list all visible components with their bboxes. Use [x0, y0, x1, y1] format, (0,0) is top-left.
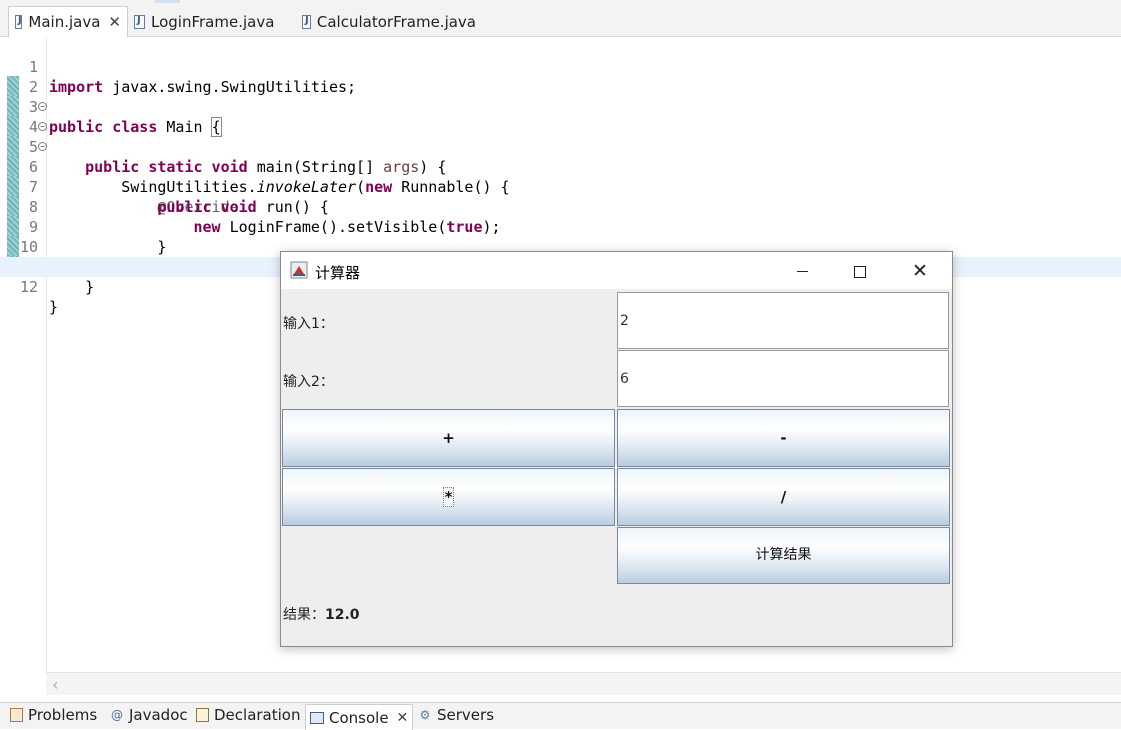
- tab-servers[interactable]: ⚙ Servers: [418, 706, 494, 724]
- code-line[interactable]: 5 − SwingUtilities.invokeLater(new Runna…: [0, 117, 1121, 196]
- fold-collapse-icon[interactable]: −: [38, 142, 47, 151]
- code-line[interactable]: 4 − public static void main(String[] arg…: [0, 97, 1121, 176]
- tab-javadoc[interactable]: @ Javadoc: [110, 706, 188, 724]
- code-line[interactable]: 2: [0, 57, 1121, 96]
- console-icon: [310, 711, 324, 724]
- tab-loginframe-java[interactable]: LoginFrame.java: [128, 7, 288, 36]
- java-file-icon: [134, 14, 145, 29]
- java-file-icon: [302, 14, 311, 29]
- fold-collapse-icon[interactable]: −: [38, 122, 47, 131]
- java-file-icon: [15, 15, 23, 29]
- input1-field[interactable]: 2: [617, 292, 949, 349]
- tab-label: Servers: [437, 706, 495, 724]
- calculator-window: 计算器 ✕ 输入1： 2 输入2： 6 + - * / 计算结果 结果：12.0: [280, 251, 953, 647]
- horizontal-scrollbar[interactable]: ‹: [46, 672, 1121, 695]
- calculate-label: 计算结果: [755, 547, 812, 563]
- add-label: +: [442, 429, 455, 447]
- fold-collapse-icon[interactable]: −: [38, 102, 47, 111]
- multiply-button[interactable]: *: [282, 468, 615, 526]
- tab-label: Console: [329, 708, 389, 727]
- input2-field[interactable]: 6: [617, 350, 949, 407]
- declaration-icon: [196, 708, 209, 722]
- servers-icon: ⚙: [419, 708, 431, 722]
- result-label: 结果：: [283, 607, 325, 623]
- tab-label: CalculatorFrame.java: [316, 12, 476, 31]
- input2-label: 输入2：: [283, 374, 334, 390]
- scroll-left-icon[interactable]: ‹: [52, 675, 58, 694]
- tab-label: Main.java: [28, 13, 101, 31]
- code-line[interactable]: 3 public class Main {: [0, 77, 1121, 137]
- tab-label: Javadoc: [129, 706, 188, 724]
- tab-main-java[interactable]: Main.java ✕: [8, 6, 128, 37]
- close-icon[interactable]: ✕: [397, 710, 409, 726]
- tab-declaration[interactable]: Declaration: [196, 706, 300, 724]
- input1-label: 输入1：: [283, 316, 334, 332]
- java-app-icon: [290, 261, 308, 279]
- maximize-button[interactable]: [837, 258, 883, 284]
- calculate-button[interactable]: 计算结果: [617, 527, 950, 584]
- tab-problems[interactable]: Problems: [10, 706, 97, 724]
- javadoc-icon: @: [111, 708, 123, 722]
- close-icon[interactable]: ✕: [108, 13, 127, 31]
- result-value: 12.0: [325, 607, 360, 623]
- window-title: 计算器: [315, 264, 361, 282]
- code-line[interactable]: 1 import javax.swing.SwingUtilities;: [0, 37, 1121, 96]
- maximize-icon: [854, 265, 866, 278]
- tab-label: Problems: [28, 706, 98, 724]
- code-line[interactable]: 10 });: [0, 217, 1121, 276]
- divide-label: /: [780, 488, 787, 506]
- tab-label: LoginFrame.java: [151, 12, 275, 31]
- tab-console[interactable]: Console ✕: [305, 704, 414, 730]
- add-button[interactable]: +: [282, 409, 615, 467]
- window-titlebar[interactable]: 计算器 ✕: [281, 252, 952, 289]
- code-text: }: [49, 278, 95, 296]
- tab-label: Declaration: [214, 706, 301, 724]
- minimize-button[interactable]: [779, 258, 825, 284]
- code-line[interactable]: 8 new LoginFrame().setVisible(true);: [0, 177, 1121, 236]
- tab-bar-accent: [155, 0, 180, 3]
- code-line[interactable]: 7 public void run() {: [0, 157, 1121, 216]
- close-icon: ✕: [912, 260, 928, 282]
- close-window-button[interactable]: ✕: [897, 258, 943, 284]
- editor-tab-bar: Main.java ✕ LoginFrame.java CalculatorFr…: [0, 0, 1121, 37]
- line-number: 12: [19, 278, 38, 296]
- subtract-label: -: [780, 429, 787, 447]
- multiply-label: *: [442, 487, 455, 507]
- subtract-button[interactable]: -: [617, 409, 950, 467]
- divide-button[interactable]: /: [617, 468, 950, 526]
- code-text: }: [49, 298, 59, 316]
- tab-calculatorframe-java[interactable]: CalculatorFrame.java: [296, 7, 476, 36]
- views-tab-bar: Problems @ Javadoc Declaration Console ✕…: [0, 702, 1121, 730]
- result-display: 结果：12.0: [283, 604, 360, 624]
- code-line[interactable]: 9 }: [0, 197, 1121, 256]
- code-line[interactable]: 6 − @Override: [0, 137, 1121, 216]
- problems-icon: [10, 708, 23, 722]
- minimize-icon: [796, 271, 808, 272]
